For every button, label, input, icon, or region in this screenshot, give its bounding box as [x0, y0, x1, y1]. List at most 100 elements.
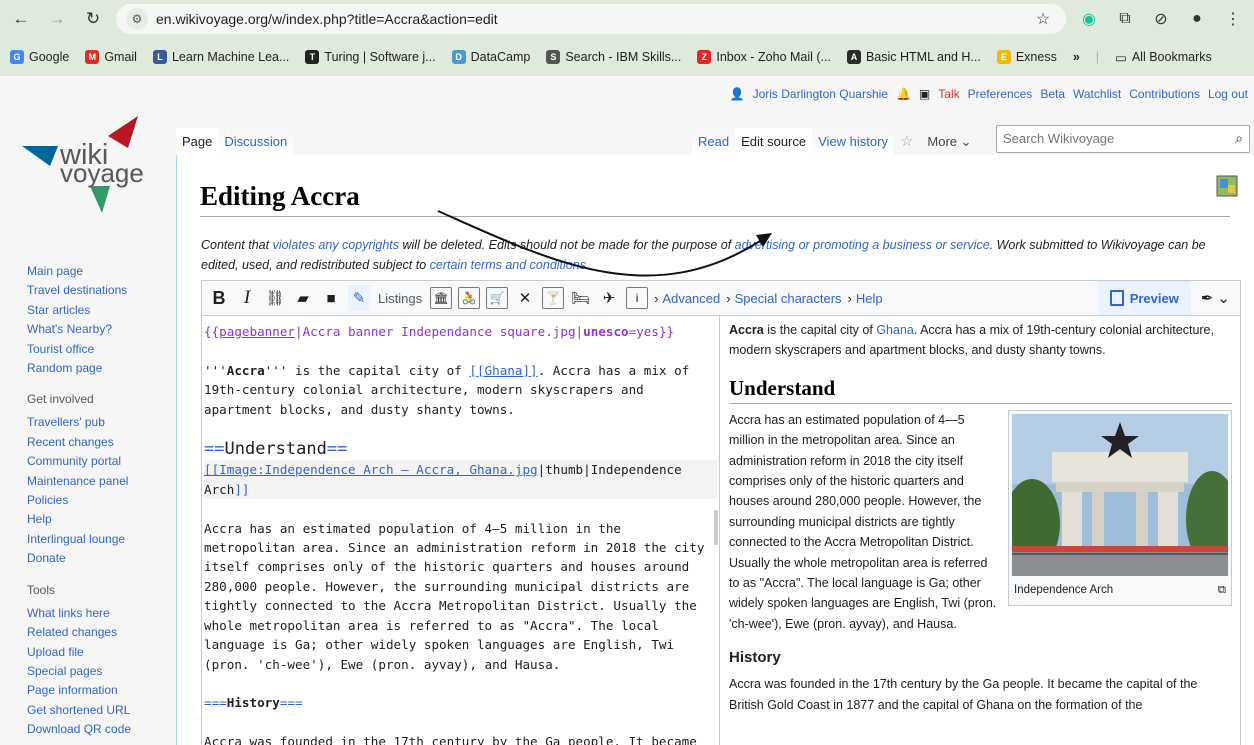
sidebar-item-upload-file[interactable]: Upload file: [27, 643, 167, 662]
bookmark-item[interactable]: A Basic HTML and H...: [846, 50, 981, 64]
listing-see-icon[interactable]: 🏛: [430, 287, 453, 309]
sidebar-item-interlingual-lounge[interactable]: Interlingual lounge: [27, 530, 167, 549]
bookmark-item[interactable]: E Exness: [996, 50, 1057, 64]
sidebar-item-policies[interactable]: Policies: [27, 491, 167, 510]
bookmarks-overflow-button[interactable]: »: [1073, 50, 1080, 64]
bookmark-item[interactable]: L Learn Machine Lea...: [152, 50, 289, 64]
ghana-link[interactable]: Ghana: [876, 323, 914, 337]
all-bookmarks-button[interactable]: ▭ All Bookmarks: [1115, 50, 1212, 65]
tmpl-close: =yes}}: [628, 324, 675, 339]
chevron-right-icon: ›: [726, 290, 731, 306]
personal-tools: 👤 Joris Darlington Quarshie 🔔 ▣ Talk Pre…: [730, 87, 1248, 101]
tab-discussion[interactable]: Discussion: [218, 128, 294, 156]
pencil-icon[interactable]: ✎: [348, 285, 370, 311]
talk-link[interactable]: Talk: [938, 87, 959, 101]
sidebar-item-what-links-here[interactable]: What links here: [27, 604, 167, 623]
listing-do-icon[interactable]: 🚴: [458, 287, 481, 309]
sidebar-item-travel-destinations[interactable]: Travel destinations: [27, 281, 167, 300]
sidebar-item-star-articles[interactable]: Star articles: [27, 301, 167, 320]
video-icon[interactable]: ■: [320, 285, 342, 311]
search-input[interactable]: Search Wikivoyage ⌕: [996, 125, 1250, 153]
forward-icon[interactable]: →: [44, 6, 70, 32]
sidebar-item-main-page[interactable]: Main page: [27, 262, 167, 281]
editor-scrollbar[interactable]: [714, 510, 718, 545]
italic-button[interactable]: I: [236, 285, 258, 311]
sidebar-item-maintenance-panel[interactable]: Maintenance panel: [27, 472, 167, 491]
enlarge-icon[interactable]: ⧉: [1218, 580, 1226, 600]
sidebar-item-help[interactable]: Help: [27, 510, 167, 529]
contributions-link[interactable]: Contributions: [1129, 87, 1200, 101]
address-bar[interactable]: ⚙ en.wikivoyage.org/w/index.php?title=Ac…: [116, 4, 1066, 34]
bookmark-item[interactable]: Z Inbox - Zoho Mail (...: [697, 50, 831, 64]
notice-text-2: will be deleted. Edits should not be mad…: [399, 238, 735, 252]
profile-avatar-icon[interactable]: ●: [1184, 6, 1210, 32]
tab-page[interactable]: Page: [176, 128, 219, 156]
notifications-bell-icon[interactable]: 🔔: [896, 87, 911, 101]
watch-star-icon[interactable]: ☆: [894, 128, 919, 156]
sidebar-item-related-changes[interactable]: Related changes: [27, 623, 167, 642]
sidebar-item-donate[interactable]: Donate: [27, 549, 167, 568]
bookmark-label: Turing | Software j...: [324, 50, 436, 64]
sidebar-item-what-s-nearby[interactable]: What's Nearby?: [27, 320, 167, 339]
sidebar-item-random-page[interactable]: Random page: [27, 359, 167, 378]
bookmark-item[interactable]: G Google: [10, 50, 69, 64]
listing-eat-icon[interactable]: ✕: [514, 285, 536, 311]
map-icon[interactable]: [1216, 175, 1238, 197]
sidebar-item-page-information[interactable]: Page information: [27, 681, 167, 700]
bookmark-item[interactable]: D DataCamp: [451, 50, 530, 64]
preferences-link[interactable]: Preferences: [968, 87, 1033, 101]
extension-grammarly-icon[interactable]: ◉: [1076, 6, 1102, 32]
sidebar-item-recent-changes[interactable]: Recent changes: [27, 433, 167, 452]
watchlist-link[interactable]: Watchlist: [1073, 87, 1121, 101]
site-settings-icon[interactable]: ⚙: [126, 8, 148, 30]
extensions-puzzle-icon[interactable]: ⧉: [1112, 6, 1138, 32]
bookmark-item[interactable]: M Gmail: [85, 50, 137, 64]
image-icon[interactable]: ▰: [292, 285, 314, 311]
image-thumbnail[interactable]: Independence Arch ⧉: [1008, 409, 1232, 607]
preview-button[interactable]: Preview: [1097, 281, 1191, 315]
preview-paragraph-history: Accra was founded in the 17th century by…: [729, 677, 1198, 712]
user-link[interactable]: Joris Darlington Quarshie: [753, 87, 888, 101]
advanced-toggle[interactable]: › Advanced: [654, 291, 720, 306]
browser-menu-icon[interactable]: ⋮: [1220, 6, 1246, 32]
special-characters-toggle[interactable]: › Special characters: [726, 291, 841, 306]
sidebar-item-tourist-office[interactable]: Tourist office: [27, 340, 167, 359]
help-toggle[interactable]: › Help: [848, 291, 883, 306]
sidebar-item-travellers-pub[interactable]: Travellers' pub: [27, 413, 167, 432]
sidebar-item-special-pages[interactable]: Special pages: [27, 662, 167, 681]
url-text[interactable]: en.wikivoyage.org/w/index.php?title=Accr…: [156, 11, 1022, 27]
listing-buy-icon[interactable]: 🛒: [486, 287, 509, 309]
bookmark-star-icon[interactable]: ☆: [1030, 6, 1056, 32]
logout-link[interactable]: Log out: [1208, 87, 1248, 101]
search-icon[interactable]: ⌕: [1235, 130, 1243, 147]
tab-read[interactable]: Read: [692, 128, 736, 156]
back-icon[interactable]: ←: [8, 6, 34, 32]
reload-icon[interactable]: ↻: [80, 6, 106, 32]
more-menu[interactable]: More ⌄: [919, 128, 979, 156]
sidebar-item-get-shortened-url[interactable]: Get shortened URL: [27, 701, 167, 720]
bookmark-item[interactable]: S Search - IBM Skills...: [546, 50, 681, 64]
bold-button[interactable]: B: [208, 285, 230, 311]
copyright-link[interactable]: violates any copyrights: [273, 238, 399, 252]
wikitext-editor[interactable]: {{pagebanner|Accra banner Independance s…: [201, 316, 720, 745]
wikivoyage-logo[interactable]: wiki voyage: [20, 96, 155, 216]
listing-go-icon[interactable]: ✈: [598, 285, 620, 311]
editor-switch-menu[interactable]: ✒ ⌄: [1197, 289, 1234, 307]
beta-link[interactable]: Beta: [1040, 87, 1065, 101]
tab-view-history[interactable]: View history: [812, 128, 894, 156]
link-icon[interactable]: ⛓: [264, 285, 286, 311]
sync-icon[interactable]: ⊘: [1148, 6, 1174, 32]
sidebar-item-download-qr-code[interactable]: Download QR code: [27, 720, 167, 739]
independence-arch-image[interactable]: [1012, 413, 1228, 576]
tab-edit-source[interactable]: Edit source: [735, 128, 813, 156]
bookmark-favicon-icon: A: [846, 50, 861, 64]
notices-icon[interactable]: ▣: [919, 87, 930, 101]
listing-sleep-icon[interactable]: 🛏: [570, 285, 592, 311]
listing-info-icon[interactable]: i: [626, 287, 649, 309]
pencil-icon: ✒: [1200, 290, 1214, 307]
sidebar-item-community-portal[interactable]: Community portal: [27, 452, 167, 471]
terms-link[interactable]: certain terms and conditions: [430, 258, 586, 272]
advertising-link[interactable]: advertising or promoting a business or s…: [735, 238, 990, 252]
bookmark-item[interactable]: T Turing | Software j...: [305, 50, 436, 64]
listing-drink-icon[interactable]: 🍸: [542, 287, 565, 309]
